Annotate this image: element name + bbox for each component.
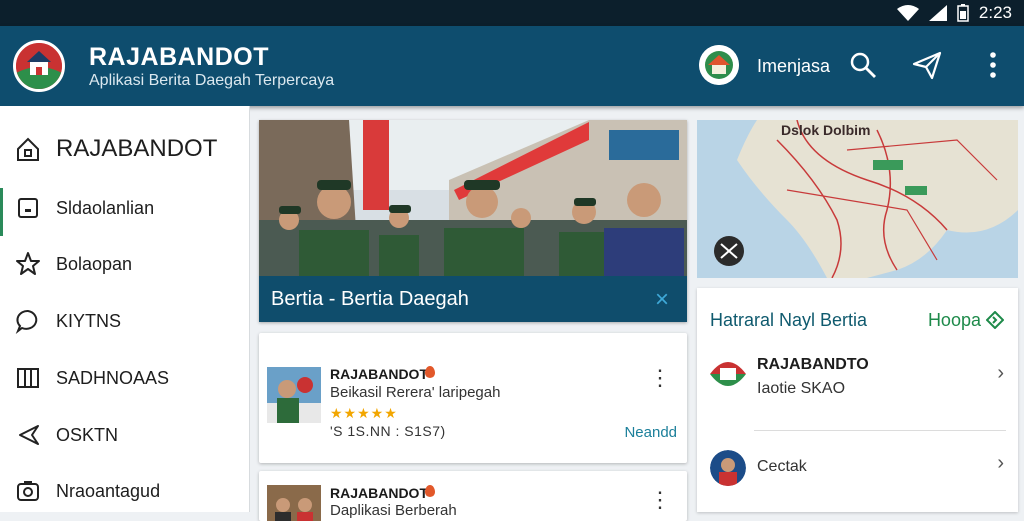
wifi-icon bbox=[896, 5, 919, 21]
right-panel: Dslok Dolbim Hatraral Nayl Bertia Hoopa … bbox=[697, 120, 1018, 512]
news-thumbnail bbox=[267, 485, 321, 521]
list-item[interactable]: Cectak › bbox=[697, 438, 1018, 502]
map-label: Dslok Dolbim bbox=[781, 122, 871, 138]
sidebar-item-label: RAJABANDOT bbox=[56, 135, 218, 162]
more-vert-icon bbox=[990, 52, 996, 78]
user-avatar[interactable] bbox=[699, 45, 739, 85]
sidebar-item-label: SADHNOAAS bbox=[56, 367, 170, 388]
news-card[interactable]: RAJABANDOT Daplikasi Berberah ⋮ bbox=[259, 471, 687, 521]
sidebar-item-nraoantagud[interactable]: Nraoantagud bbox=[0, 466, 250, 516]
sidebar-item-label: Sldaolanlian bbox=[56, 197, 155, 218]
sidebar-item-label: Nraoantagud bbox=[56, 480, 161, 501]
news-card-subtitle: Daplikasi Berberah bbox=[330, 502, 457, 519]
see-all-label: Hoopa bbox=[927, 310, 981, 330]
sidebar-item-bolaopan[interactable]: Bolaopan bbox=[0, 239, 250, 289]
sidebar-item-label: Bolaopan bbox=[56, 253, 133, 274]
news-card-title: RAJABANDOT bbox=[330, 366, 428, 382]
item-avatar bbox=[710, 356, 746, 392]
flame-icon bbox=[425, 366, 435, 378]
home-icon bbox=[17, 137, 39, 161]
user-name[interactable]: Imenjasa bbox=[757, 56, 830, 77]
more-options-button[interactable] bbox=[976, 48, 1010, 82]
star-icon bbox=[16, 252, 40, 275]
battery-icon bbox=[957, 4, 969, 22]
sidebar-item-home[interactable]: RAJABANDOT bbox=[0, 124, 250, 174]
flame-icon bbox=[425, 485, 435, 497]
sidebar-item-sadhnoaas[interactable]: SADHNOAAS bbox=[0, 353, 250, 403]
close-button[interactable]: × bbox=[655, 286, 669, 314]
list-item[interactable]: RAJABANDTO Iaotie SKAO › bbox=[697, 348, 1018, 412]
news-thumbnail bbox=[267, 367, 321, 423]
chevron-right-icon: › bbox=[997, 362, 1004, 384]
signal-icon bbox=[928, 5, 947, 21]
card-more-button[interactable]: ⋮ bbox=[649, 367, 671, 389]
divider bbox=[754, 430, 1006, 431]
news-card[interactable]: RAJABANDOT Beikasil Rerera' laripegah ★★… bbox=[259, 333, 687, 463]
app-title: RAJABANDOT bbox=[89, 43, 269, 71]
news-card-subtitle: Beikasil Rerera' laripegah bbox=[330, 384, 501, 401]
item-avatar bbox=[710, 450, 746, 486]
news-card-meta: 'S 1S.NN : S1S7) bbox=[330, 423, 446, 439]
news-list-panel: Hatraral Nayl Bertia Hoopa RAJABANDTO Ia… bbox=[697, 288, 1018, 512]
sidebar-item-label: OSKTN bbox=[56, 424, 119, 445]
chat-icon bbox=[15, 310, 38, 334]
app-logo[interactable] bbox=[13, 40, 65, 92]
search-icon bbox=[850, 52, 876, 78]
sidebar-item-label: KIYTNS bbox=[56, 310, 122, 331]
hero-news-card[interactable]: Bertia - Bertia Daegah × bbox=[259, 120, 687, 322]
sidebar-item-kiytns[interactable]: KIYTNS bbox=[0, 296, 250, 346]
app-bar: RAJABANDOT Aplikasi Berita Daegah Terper… bbox=[0, 26, 1024, 106]
sidebar-item-osktn[interactable]: OSKTN bbox=[0, 410, 250, 460]
square-icon bbox=[18, 198, 38, 218]
sidebar: RAJABANDOT Sldaolanlian Bolaopan KIYTNS … bbox=[0, 106, 250, 512]
region-map[interactable]: Dslok Dolbim bbox=[697, 120, 1018, 278]
columns-icon bbox=[17, 368, 39, 388]
read-more-link[interactable]: Neandd bbox=[624, 424, 677, 441]
item-subtitle: Cectak bbox=[757, 458, 807, 475]
share-icon bbox=[19, 425, 39, 445]
camera-icon bbox=[17, 481, 39, 501]
news-feed: Bertia - Bertia Daegah × RAJABANDOT Beik… bbox=[259, 120, 687, 521]
hero-caption-bar: Bertia - Bertia Daegah × bbox=[259, 276, 687, 322]
chevron-right-icon: › bbox=[997, 452, 1004, 474]
arrow-right-icon bbox=[985, 310, 1005, 330]
rating-stars: ★★★★★ bbox=[330, 405, 398, 421]
search-button[interactable] bbox=[846, 48, 880, 82]
app-subtitle: Aplikasi Berita Daegah Terpercaya bbox=[89, 72, 335, 89]
status-bar: 2:23 bbox=[0, 0, 1024, 26]
news-card-title: RAJABANDOT bbox=[330, 485, 428, 501]
status-time: 2:23 bbox=[978, 3, 1012, 22]
hero-title: Bertia - Bertia Daegah bbox=[271, 288, 469, 310]
panel-heading: Hatraral Nayl Bertia bbox=[710, 310, 868, 330]
sidebar-item-sldaolanlian[interactable]: Sldaolanlian bbox=[0, 183, 250, 233]
see-all-link[interactable]: Hoopa bbox=[927, 310, 1005, 331]
hero-photo bbox=[259, 120, 687, 276]
item-title: RAJABANDTO bbox=[757, 356, 869, 373]
item-subtitle: Iaotie SKAO bbox=[757, 380, 846, 397]
send-icon bbox=[912, 51, 942, 80]
send-button[interactable] bbox=[910, 48, 944, 82]
card-more-button[interactable]: ⋮ bbox=[649, 489, 671, 511]
